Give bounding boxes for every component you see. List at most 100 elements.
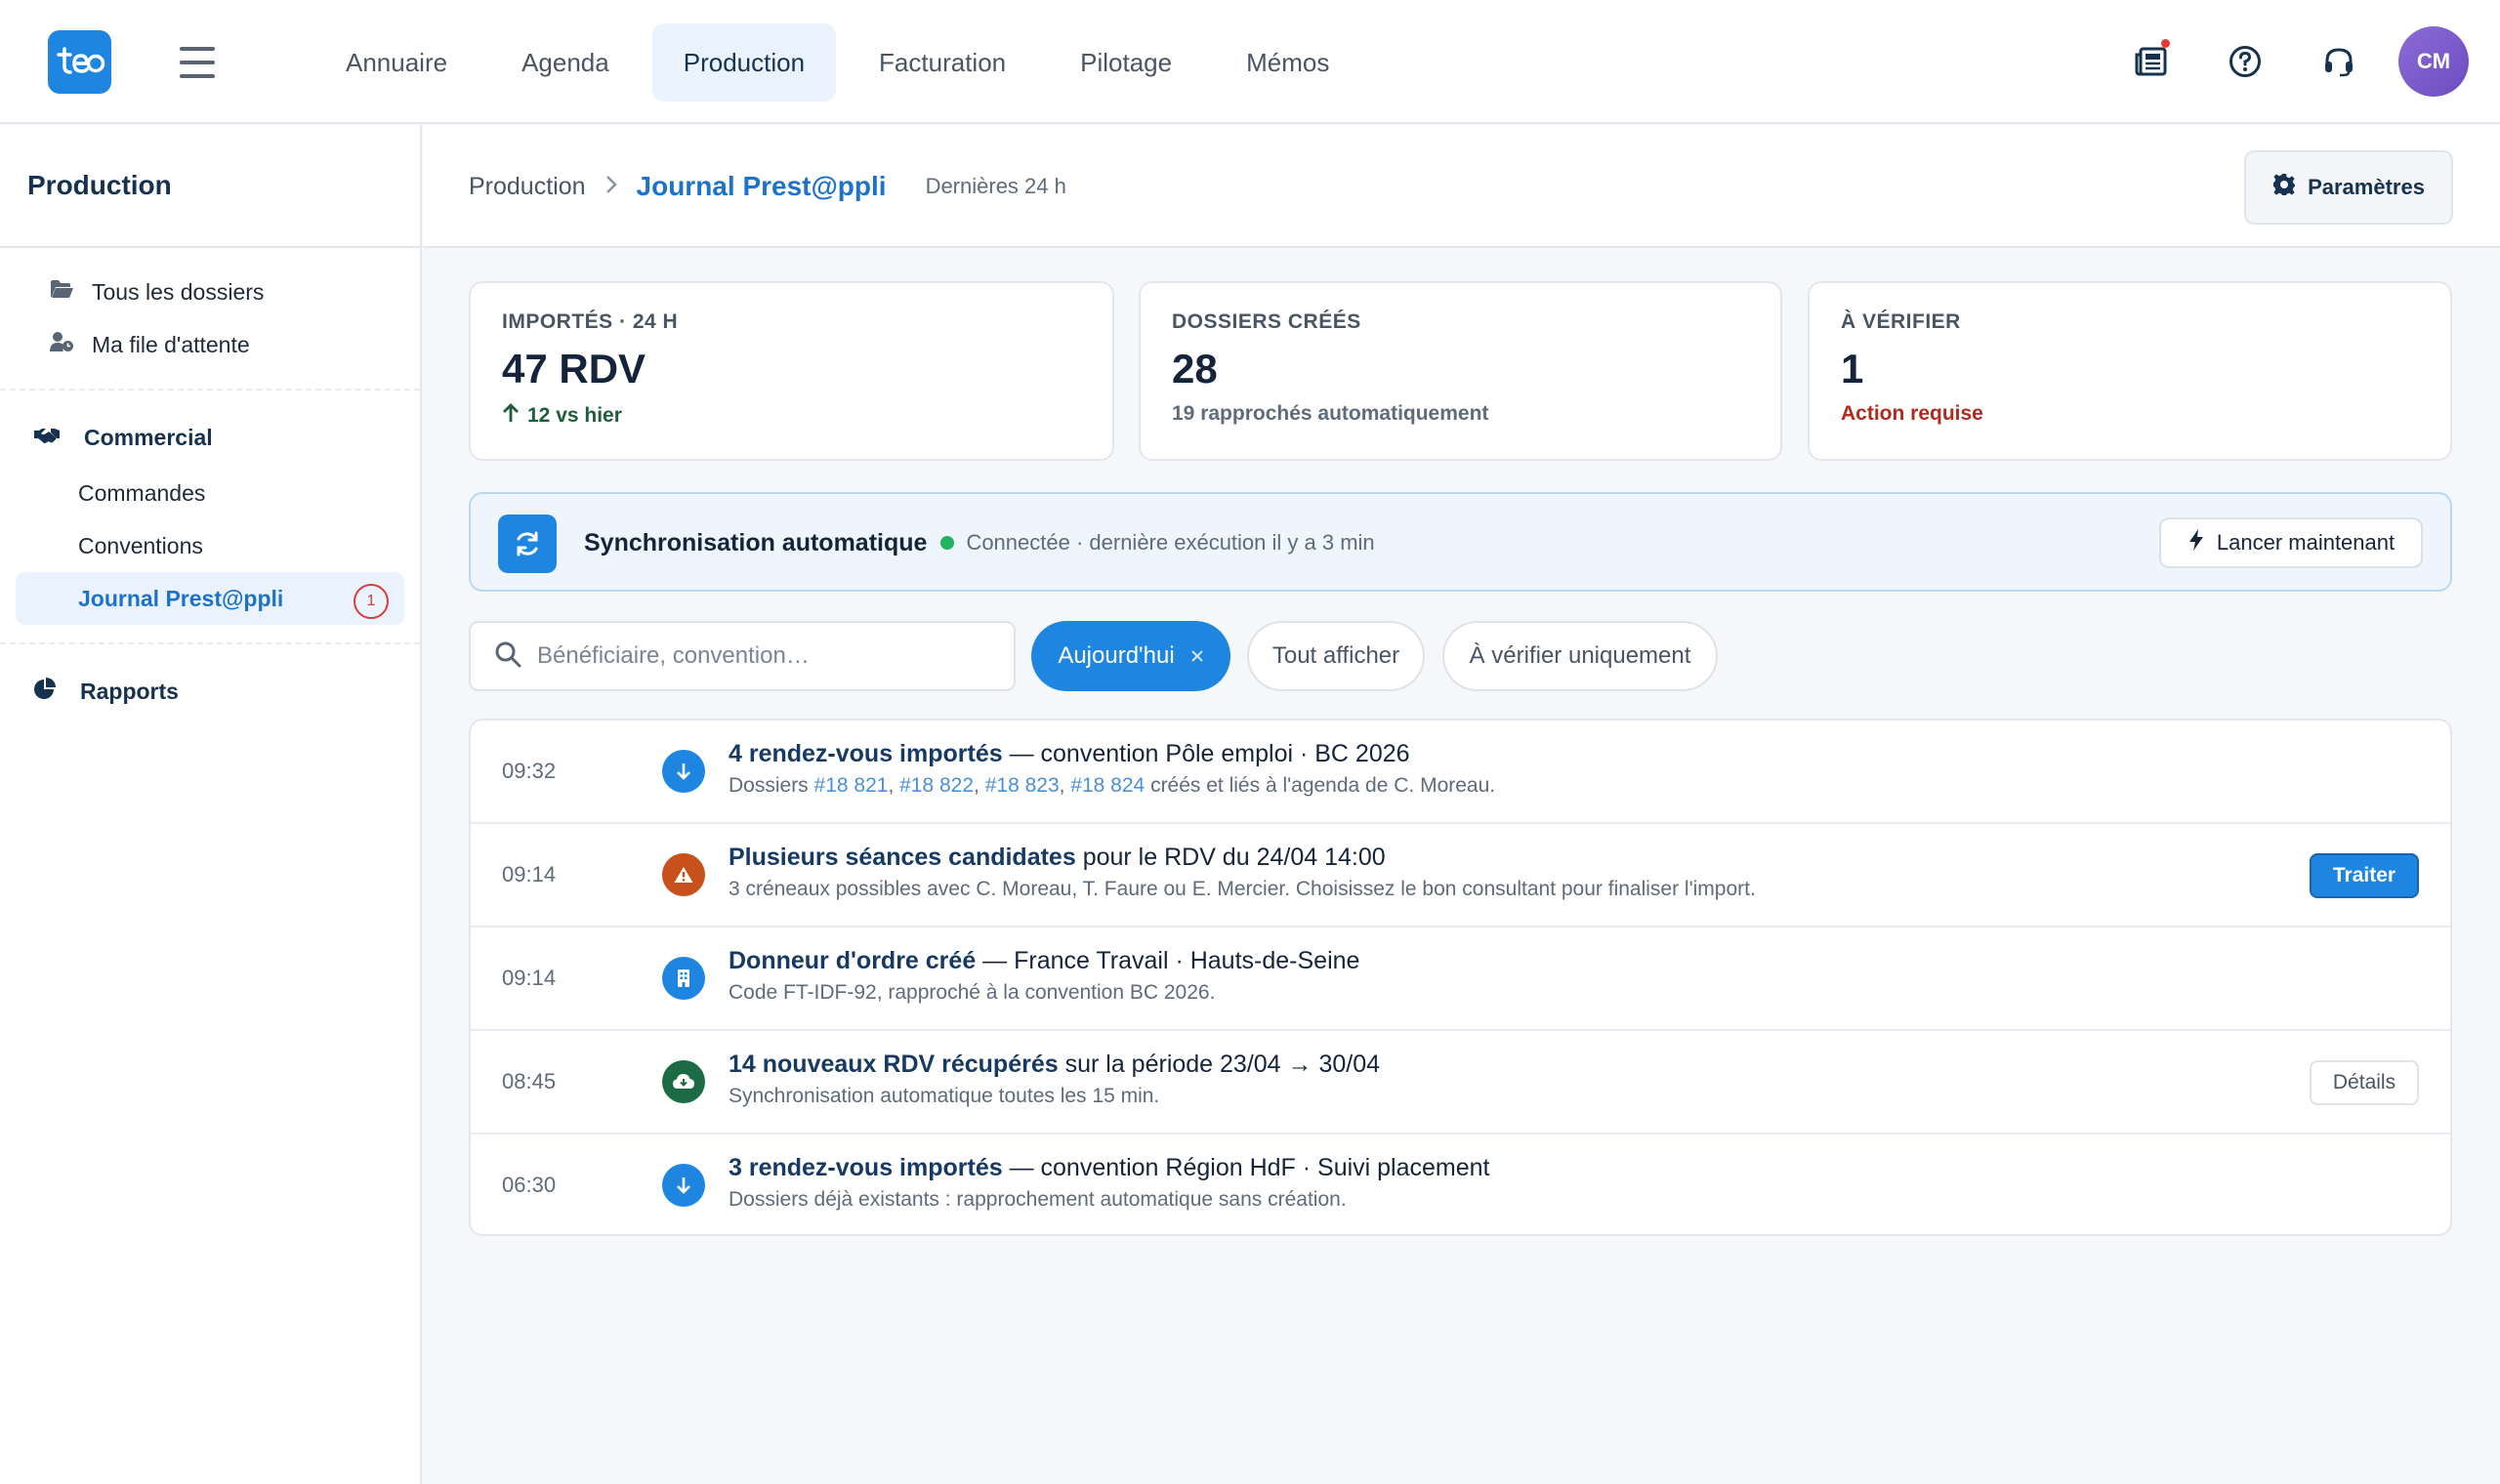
feed-title-rest: — France Travail · Hauts-de-Seine: [976, 947, 1360, 974]
kpi-card-created: DOSSIERS CRÉÉS 28 19 rapprochés automati…: [1139, 281, 1782, 461]
feed-subtitle-prefix: Dossiers: [729, 774, 814, 797]
bolt-icon: [2188, 528, 2205, 557]
feed-row: 09:14 Plusieurs séances candidates pour …: [471, 824, 2450, 928]
kpi-value: 28: [1172, 346, 1218, 392]
feed-title-line: Donneur d'ordre créé — France Travail · …: [729, 947, 1359, 975]
feed-title-line: 14 nouveaux RDV récupérés sur la période…: [729, 1051, 1380, 1079]
feed-row: 06:30 3 rendez-vous importés — conventio…: [471, 1134, 2450, 1234]
user-clock-icon: [49, 331, 74, 358]
sidebar-item-all-folders[interactable]: Tous les dossiers: [16, 266, 404, 318]
sidebar-item-journal-prestappli[interactable]: Journal Prest@ppli 1: [16, 572, 404, 625]
feed-subtitle-suffix: créés et liés à l'agenda de C. Moreau.: [1145, 774, 1496, 797]
feed-time: 09:14: [502, 966, 557, 990]
folder-link[interactable]: #18 821: [814, 774, 889, 797]
feed-subtitle: Code FT-IDF-92, rapproché à la conventio…: [729, 981, 1216, 1004]
feed-time: 08:45: [502, 1069, 557, 1093]
sidebar-section-rapports[interactable]: Rapports: [16, 662, 404, 721]
feed-time: 09:14: [502, 862, 557, 886]
kpi-label: DOSSIERS CRÉÉS: [1172, 310, 1361, 333]
feed-title-rest: pour le RDV du 24/04 14:00: [1075, 844, 1386, 871]
breadcrumb-root-link[interactable]: Production: [469, 173, 586, 201]
sync-info: Synchronisation automatique Connectée · …: [584, 494, 1375, 592]
sync-title: Synchronisation automatique: [584, 528, 928, 556]
nav-memos[interactable]: Mémos: [1215, 23, 1360, 102]
help-icon[interactable]: [2211, 27, 2279, 96]
main-nav: Annuaire Agenda Production Facturation P…: [314, 23, 1360, 102]
kpi-label: À VÉRIFIER: [1841, 310, 1961, 333]
gear-icon: [2272, 173, 2296, 202]
feed-title[interactable]: 4 rendez-vous importés: [729, 740, 1003, 767]
folder-link[interactable]: #18 824: [1070, 774, 1145, 797]
news-icon[interactable]: [2117, 27, 2186, 96]
filter-chip-show-all[interactable]: Tout afficher: [1247, 621, 1425, 691]
sidebar: Production Tous les dossiers Ma file d'a…: [0, 125, 422, 1484]
sidebar-item-conventions[interactable]: Conventions: [16, 519, 404, 572]
page-title: Journal Prest@ppli: [636, 171, 887, 201]
search-field[interactable]: [469, 621, 1016, 691]
kpi-value: 47 RDV: [502, 346, 646, 392]
search-input[interactable]: [537, 642, 986, 670]
details-button[interactable]: Détails: [2310, 1060, 2419, 1105]
filter-chip-to-verify[interactable]: À vérifier uniquement: [1442, 621, 1718, 691]
nav-pilotage[interactable]: Pilotage: [1049, 23, 1203, 102]
nav-agenda[interactable]: Agenda: [490, 23, 641, 102]
feed-time: 09:32: [502, 759, 557, 783]
sidebar-section-label: Commercial: [84, 424, 213, 450]
filter-chip-label: Aujourd'hui: [1058, 642, 1175, 669]
kpi-note: 19 rapprochés automatiquement: [1172, 402, 1489, 425]
arrow-down-icon: [662, 750, 705, 793]
teo-logo-icon[interactable]: [48, 30, 111, 94]
nav-annuaire[interactable]: Annuaire: [314, 23, 479, 102]
nav-production[interactable]: Production: [651, 23, 837, 102]
close-icon[interactable]: [1190, 642, 1204, 670]
sidebar-item-commandes[interactable]: Commandes: [16, 467, 404, 519]
feed-title-rest: — convention Région HdF · Suivi placemen…: [1002, 1154, 1490, 1181]
kpi-card-to-verify: À VÉRIFIER 1 Action requise: [1808, 281, 2452, 461]
chevron-right-icon: [604, 174, 619, 200]
feed-title[interactable]: 3 rendez-vous importés: [729, 1154, 1003, 1181]
menu-toggle-button[interactable]: [176, 43, 219, 82]
feed-subtitle: Dossiers #18 821, #18 822, #18 823, #18 …: [729, 774, 1496, 797]
feed-body: 14 nouveaux RDV récupérés sur la période…: [729, 1051, 1380, 1108]
sidebar-group-main: Tous les dossiers Ma file d'attente: [0, 248, 420, 391]
feed-body: Plusieurs séances candidates pour le RDV…: [729, 844, 1756, 901]
feed-subtitle: 3 créneaux possibles avec C. Moreau, T. …: [729, 878, 1756, 900]
process-button[interactable]: Traiter: [2310, 853, 2419, 898]
filter-chip-today[interactable]: Aujourd'hui: [1031, 621, 1230, 691]
top-bar: Annuaire Agenda Production Facturation P…: [0, 0, 2500, 124]
sidebar-item-label: Tous les dossiers: [92, 278, 265, 305]
pie-chart-icon: [33, 677, 57, 706]
feed-title-line: Plusieurs séances candidates pour le RDV…: [729, 844, 1756, 872]
feed-title[interactable]: 14 nouveaux RDV récupérés: [729, 1051, 1059, 1078]
sidebar-item-my-queue[interactable]: Ma file d'attente: [16, 318, 404, 371]
cloud-download-icon: [662, 1060, 705, 1103]
sidebar-section-commercial[interactable]: Commercial: [16, 408, 404, 467]
page-header: Production Journal Prest@ppli Dernières …: [423, 125, 2500, 248]
notification-dot: [2161, 39, 2170, 48]
kpi-card-imported: IMPORTÉS · 24 H 47 RDV 12 vs hier: [469, 281, 1114, 461]
feed-title-line: 4 rendez-vous importés — convention Pôle…: [729, 740, 1495, 768]
feed-body: 4 rendez-vous importés — convention Pôle…: [729, 740, 1495, 798]
feed-row: 09:14 Donneur d'ordre créé — France Trav…: [471, 928, 2450, 1031]
folder-open-icon: [49, 278, 74, 306]
feed-row: 09:32 4 rendez-vous importés — conventio…: [471, 721, 2450, 824]
feed-body: 3 rendez-vous importés — convention Régi…: [729, 1154, 1490, 1212]
feed-title[interactable]: Plusieurs séances candidates: [729, 844, 1076, 871]
pending-count-badge: 1: [354, 584, 389, 619]
search-icon: [494, 640, 521, 673]
headset-icon[interactable]: [2305, 27, 2373, 96]
settings-button-label: Paramètres: [2308, 175, 2425, 199]
kpi-label: IMPORTÉS · 24 H: [502, 310, 679, 333]
folder-link[interactable]: #18 823: [985, 774, 1060, 797]
arrow-up-icon: [502, 402, 520, 430]
feed-title-line: 3 rendez-vous importés — convention Régi…: [729, 1154, 1490, 1182]
sidebar-group-rapports: Rapports: [0, 644, 420, 738]
feed-subtitle: Dossiers déjà existants : rapprochement …: [729, 1188, 1347, 1211]
launch-now-button[interactable]: Lancer maintenant: [2159, 517, 2423, 568]
activity-feed: 09:32 4 rendez-vous importés — conventio…: [469, 719, 2452, 1236]
settings-button[interactable]: Paramètres: [2244, 150, 2453, 225]
folder-link[interactable]: #18 822: [899, 774, 974, 797]
user-avatar[interactable]: CM: [2398, 26, 2469, 97]
nav-facturation[interactable]: Facturation: [848, 23, 1037, 102]
feed-title[interactable]: Donneur d'ordre créé: [729, 947, 976, 974]
